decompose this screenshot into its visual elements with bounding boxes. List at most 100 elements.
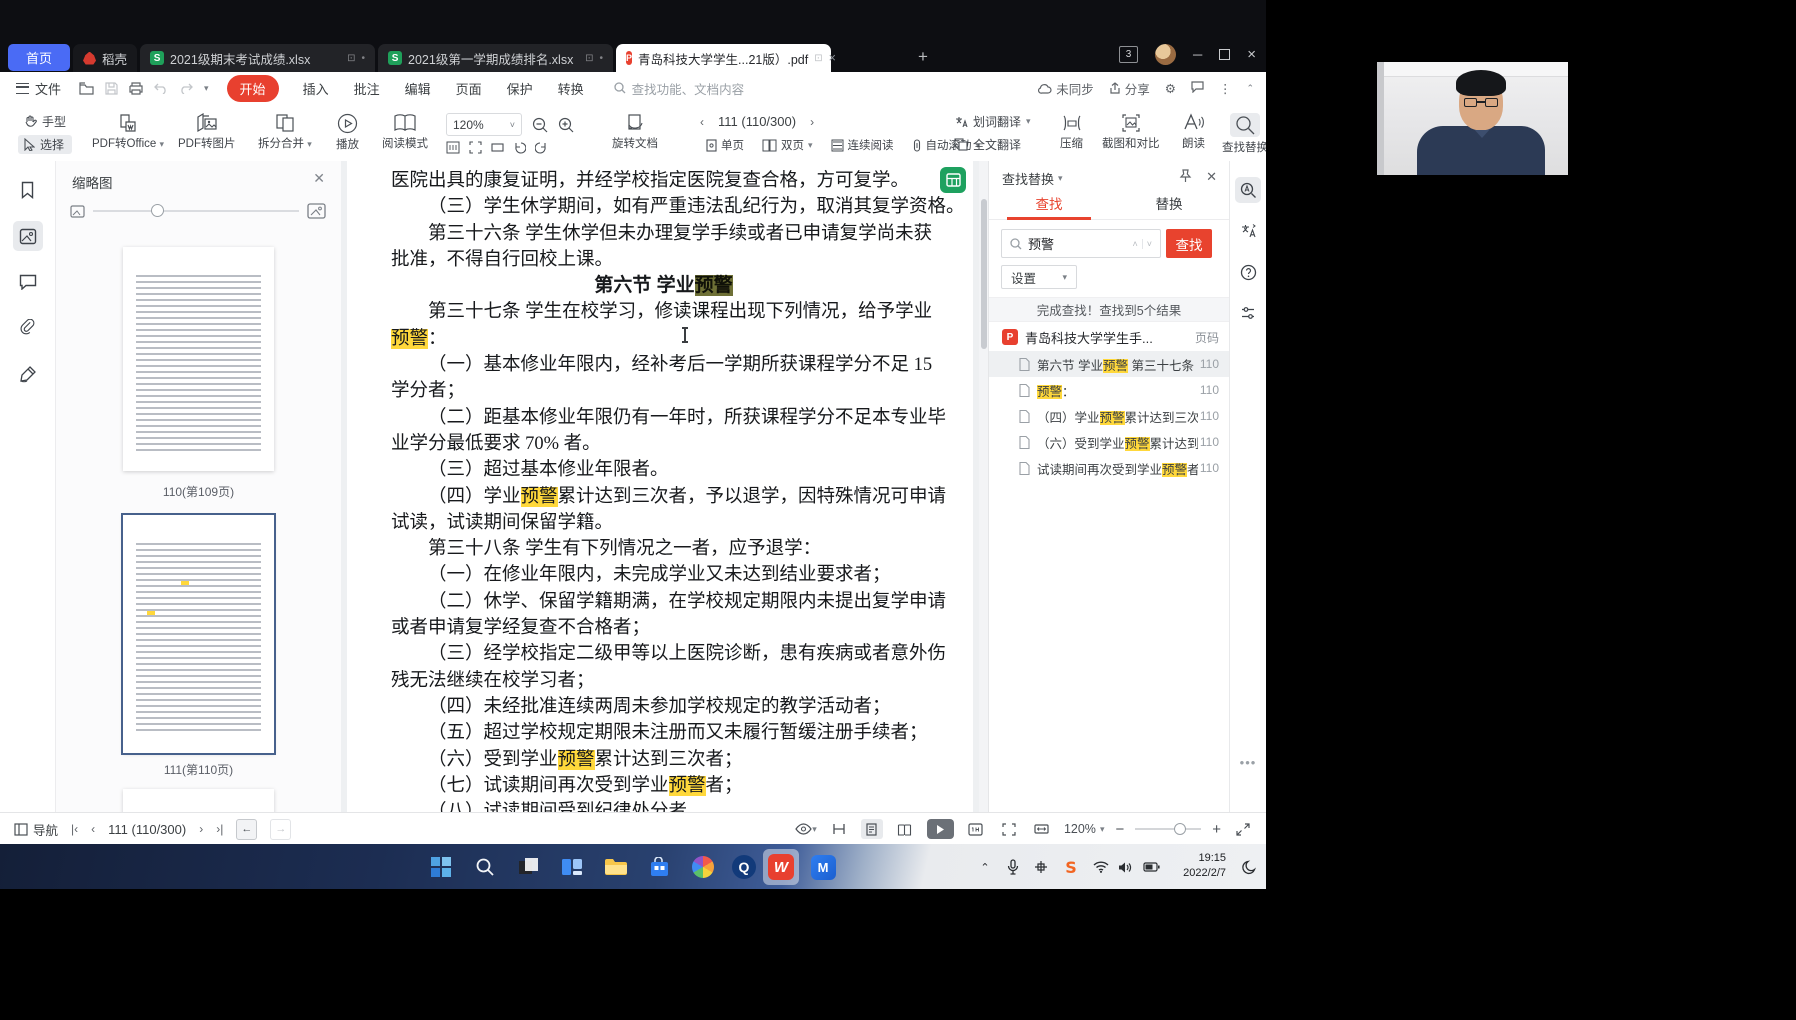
wifi-icon[interactable]: [1088, 854, 1114, 880]
comments-panel-icon[interactable]: [13, 267, 43, 297]
single-page-view-icon[interactable]: [861, 819, 883, 839]
photos-pinwheel-icon[interactable]: [690, 854, 716, 880]
comment-icon[interactable]: [1191, 81, 1204, 96]
status-zoom-value[interactable]: 120%: [1064, 822, 1096, 836]
more-kebab-icon[interactable]: ⋮: [1219, 81, 1232, 96]
find-input[interactable]: 预警 ˄ ˅: [1001, 229, 1161, 258]
page-thumbnail-110[interactable]: [123, 515, 274, 753]
rotate-right-icon[interactable]: [535, 141, 548, 154]
sync-status[interactable]: 未同步: [1038, 79, 1094, 98]
zoom-combo[interactable]: 120%˅: [446, 113, 522, 136]
last-page-icon[interactable]: ›|: [216, 822, 223, 836]
redo-icon[interactable]: [179, 83, 193, 94]
zoom-slider-track[interactable]: [1135, 828, 1201, 830]
sogou-ime-icon[interactable]: S: [1058, 854, 1084, 880]
menu-annotate[interactable]: 批注: [354, 79, 380, 98]
menu-page[interactable]: 页面: [456, 79, 482, 98]
collapse-ribbon-icon[interactable]: ⌃: [1246, 83, 1254, 94]
signature-icon[interactable]: [13, 359, 43, 389]
microsoft-store-icon[interactable]: [646, 854, 672, 880]
navigation-toggle[interactable]: 导航: [14, 820, 58, 839]
ribbon-page-indicator[interactable]: 111 (110/300): [718, 114, 796, 129]
window-manager-badge[interactable]: 3: [1119, 46, 1138, 63]
next-match-icon[interactable]: ˅: [1142, 239, 1156, 249]
tab-find[interactable]: 查找: [989, 193, 1109, 219]
start-button[interactable]: [428, 854, 454, 880]
task-view-icon[interactable]: [516, 854, 542, 880]
play-presentation-button[interactable]: [927, 819, 954, 839]
rotate-left-icon[interactable]: [513, 141, 526, 154]
find-result-item[interactable]: 试读期间再次受到学业预警者110: [989, 455, 1229, 481]
fullscreen-icon[interactable]: [1232, 819, 1254, 839]
help-icon[interactable]: [1235, 259, 1261, 285]
prev-page-icon[interactable]: ‹: [700, 115, 704, 129]
taskbar-clock[interactable]: 19:15 2022/2/7: [1183, 851, 1226, 881]
menu-protect[interactable]: 保护: [507, 79, 533, 98]
menu-edit[interactable]: 编辑: [405, 79, 431, 98]
continuous-toggle[interactable]: 连续阅读: [825, 135, 900, 155]
new-tab-button[interactable]: +: [918, 47, 928, 67]
next-page-icon[interactable]: ›: [199, 822, 203, 836]
minimize-button[interactable]: ─: [1193, 48, 1202, 61]
fit-width-icon[interactable]: [1031, 819, 1053, 839]
history-back-button[interactable]: ←: [236, 819, 257, 840]
command-search[interactable]: 查找功能、文档内容: [614, 79, 745, 98]
find-result-item[interactable]: 第六节 学业预警 第三十七条110: [989, 351, 1229, 377]
prev-page-icon[interactable]: ‹: [91, 822, 95, 836]
quick-access-caret-icon[interactable]: ▾: [204, 83, 209, 94]
rotate-doc-button[interactable]: 旋转文档: [612, 113, 658, 151]
ime-pin-icon[interactable]: [1028, 854, 1054, 880]
attachment-icon[interactable]: [13, 313, 43, 343]
menu-insert[interactable]: 插入: [303, 79, 329, 98]
volume-icon[interactable]: [1112, 854, 1138, 880]
panel-caret-icon[interactable]: ▾: [1058, 173, 1063, 184]
find-settings-dropdown[interactable]: 设置▾: [1001, 265, 1077, 289]
thumbnail-close-icon[interactable]: ✕: [313, 170, 325, 187]
user-avatar[interactable]: [1155, 44, 1176, 65]
actual-size-icon[interactable]: [965, 819, 987, 839]
maximize-button[interactable]: [1219, 49, 1230, 60]
print-icon[interactable]: [129, 82, 143, 95]
hand-tool[interactable]: 手型: [18, 112, 72, 131]
tab-sheet-2[interactable]: S 2021级第一学期成绩排名.xlsx ⊡ •: [378, 44, 613, 72]
tab-pdf-active[interactable]: P 青岛科技大学学生...21版）.pdf ⊡ ×: [616, 44, 831, 72]
select-tool[interactable]: 选择: [18, 135, 72, 154]
floating-assistant-icon[interactable]: [940, 167, 966, 193]
settings-gear-icon[interactable]: ⚙: [1165, 81, 1176, 96]
pin-icon[interactable]: [1179, 169, 1192, 183]
first-page-icon[interactable]: |‹: [71, 822, 78, 836]
fit-width-icon[interactable]: [491, 141, 504, 154]
screenshot-compare-button[interactable]: 截图和对比: [1102, 113, 1160, 151]
zoom-in-icon[interactable]: [558, 117, 574, 133]
document-scrollbar[interactable]: [979, 161, 988, 812]
menu-file[interactable]: 文件: [16, 79, 61, 98]
compress-button[interactable]: 压缩: [1060, 113, 1083, 151]
find-result-item[interactable]: （六）受到学业预警累计达到110: [989, 429, 1229, 455]
zoom-out-icon[interactable]: [532, 117, 548, 133]
actual-size-icon[interactable]: [446, 141, 460, 154]
status-page-indicator[interactable]: 111 (110/300): [108, 822, 186, 837]
next-page-icon[interactable]: ›: [810, 115, 814, 129]
fit-page-icon[interactable]: [998, 819, 1020, 839]
menu-convert[interactable]: 转换: [558, 79, 584, 98]
history-forward-button[interactable]: →: [270, 819, 291, 840]
book-view-icon[interactable]: [894, 819, 916, 839]
panel-close-icon[interactable]: ✕: [1206, 169, 1217, 185]
read-aloud-button[interactable]: 朗读: [1182, 113, 1205, 151]
find-result-item[interactable]: （四）学业预警累计达到三次110: [989, 403, 1229, 429]
tab-docer[interactable]: 稻壳: [73, 44, 137, 72]
find-tool-icon[interactable]: [1235, 177, 1261, 203]
small-thumb-icon[interactable]: [70, 205, 85, 218]
night-mode-moon-icon[interactable]: [1236, 854, 1262, 880]
tab-home[interactable]: 首页: [8, 44, 70, 71]
battery-icon[interactable]: [1138, 854, 1164, 880]
open-icon[interactable]: [79, 82, 94, 95]
taskbar-search-icon[interactable]: [472, 854, 498, 880]
zoom-in-button[interactable]: +: [1212, 821, 1221, 838]
split-merge-button[interactable]: 拆分合并 ▾: [258, 113, 312, 151]
microphone-tray-icon[interactable]: [1000, 854, 1026, 880]
translate-tool-icon[interactable]: [1235, 218, 1261, 244]
play-button[interactable]: 播放: [336, 113, 359, 152]
panel-settings-icon[interactable]: [1235, 300, 1261, 326]
tab-sheet-1[interactable]: S 2021级期末考试成绩.xlsx ⊡ •: [140, 44, 375, 72]
